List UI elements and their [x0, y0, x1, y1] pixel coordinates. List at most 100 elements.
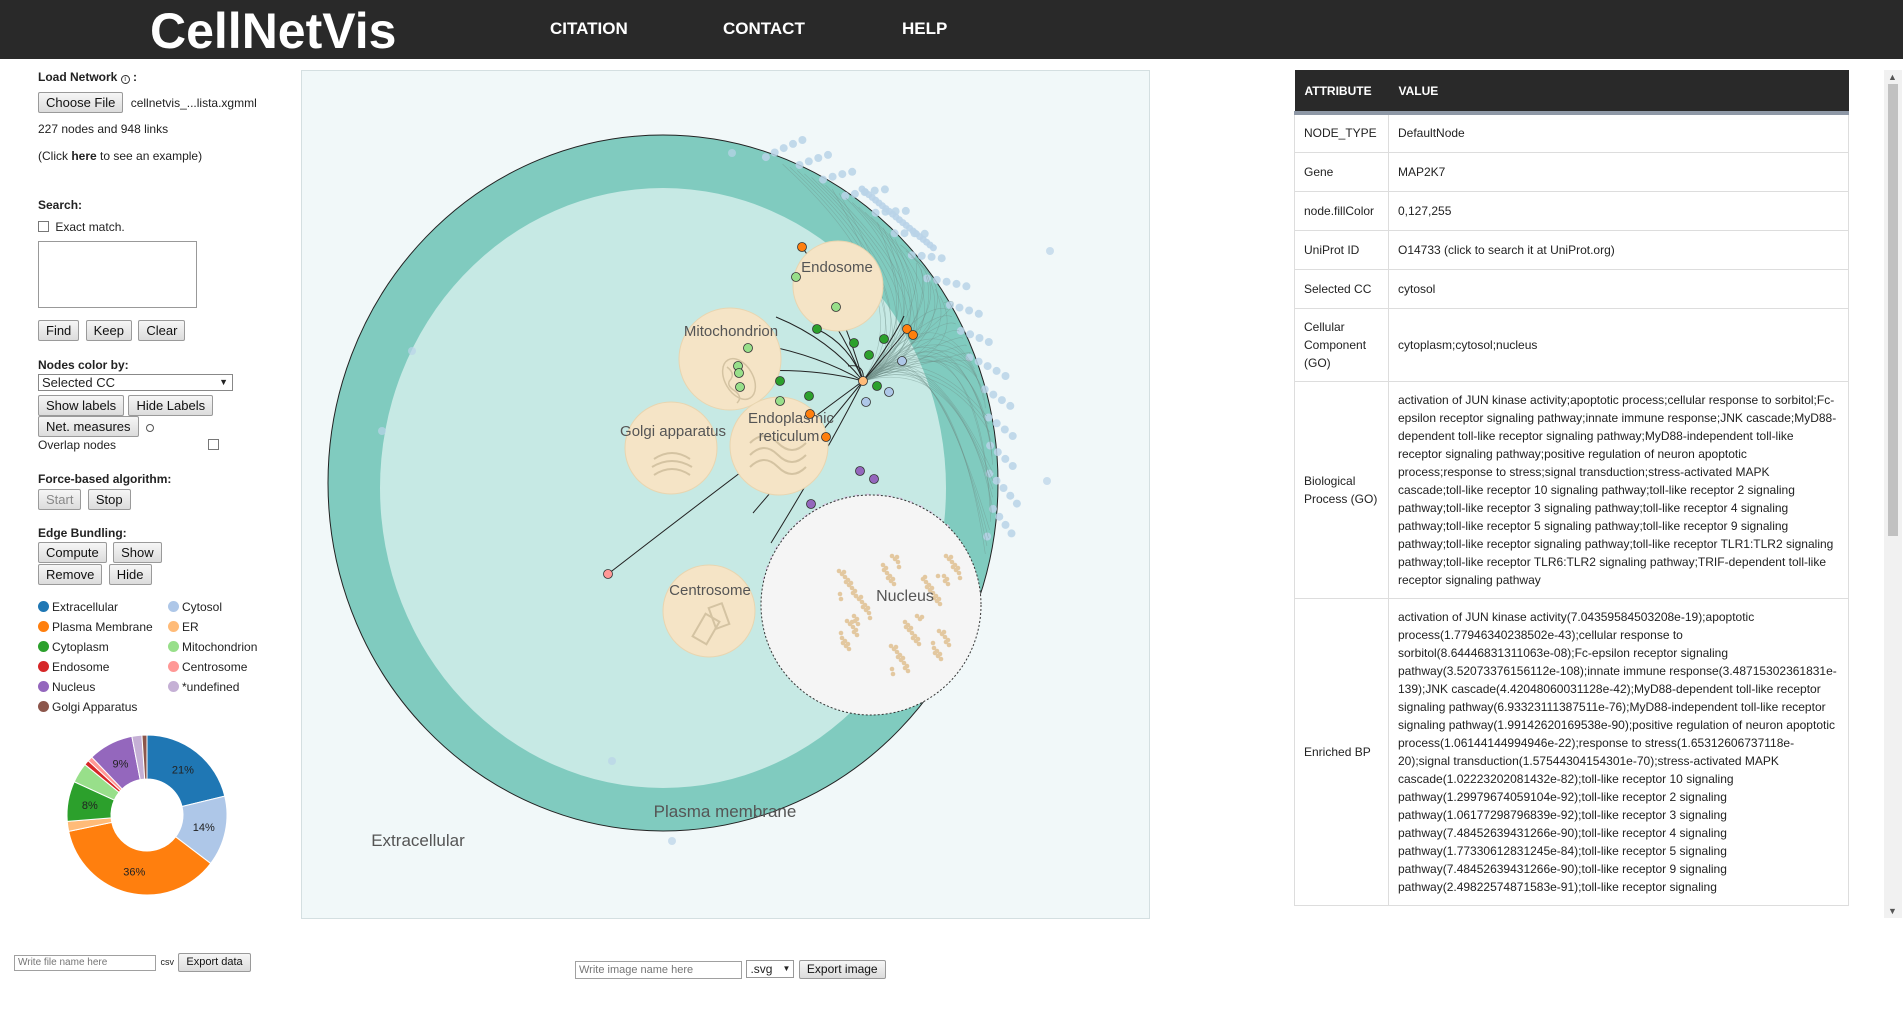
network-node: [864, 350, 874, 360]
info-circle-icon[interactable]: i: [120, 75, 130, 84]
network-node: [734, 368, 744, 378]
chromosome-dot: [853, 627, 859, 633]
peripheral-node: [929, 244, 937, 252]
info-circle-icon[interactable]: [145, 424, 154, 432]
peripheral-node: [761, 153, 770, 162]
network-node: [849, 338, 859, 348]
legend-item: Centrosome: [168, 660, 247, 674]
scroll-up-icon[interactable]: ▲: [1888, 72, 1897, 82]
chromosome-dot: [919, 614, 925, 620]
attribute-value: 0,127,255: [1388, 190, 1849, 231]
hide-button[interactable]: Hide: [108, 564, 152, 585]
chromosome-dot: [841, 569, 847, 575]
hide-labels-button[interactable]: Hide Labels: [128, 395, 214, 416]
peripheral-node: [728, 149, 736, 157]
legend-label: Extracellular: [52, 600, 119, 614]
attribute-table: ATTRIBUTE VALUE NODE_TYPE DefaultNode Gene…: [1294, 70, 1849, 906]
file-name: cellnetvis_...lista.xgmml: [130, 96, 257, 110]
legend-swatch: [38, 621, 49, 632]
color-legend: Extracellular Cytosol Plasma Membrane ER Cyt…: [38, 600, 278, 714]
network-canvas[interactable]: Endosome Mitochondrion Golgi apparatus E…: [301, 70, 1150, 919]
color-by-label: Nodes color by:: [38, 358, 129, 372]
color-by-select[interactable]: Selected CC ▼: [38, 374, 233, 391]
search-textarea[interactable]: [38, 241, 197, 308]
app-logo[interactable]: CellNetVis: [150, 2, 396, 60]
scroll-down-icon[interactable]: ▼: [1888, 906, 1897, 916]
legend-label: Nucleus: [52, 680, 96, 694]
chromosome-dot: [891, 581, 897, 587]
er-label-line2: reticulum: [759, 428, 820, 445]
peripheral-node: [955, 303, 964, 312]
attribute-value: activation of JUN kinase activity;apopto…: [1388, 380, 1849, 599]
plasma-membrane-label: Plasma membrane: [654, 802, 797, 821]
endosome-shape[interactable]: [792, 240, 884, 332]
chromosome-dot: [893, 644, 899, 650]
nucleus-shape[interactable]: [760, 494, 982, 716]
nav-help[interactable]: HELP: [902, 19, 947, 39]
attribute-key: NODE_TYPE: [1294, 112, 1389, 153]
chromosome-dot: [937, 651, 943, 657]
network-node: [812, 324, 822, 334]
csv-label: csv: [160, 957, 174, 967]
legend-item: Nucleus: [38, 680, 95, 694]
attribute-panel: ATTRIBUTE VALUE NODE_TYPE DefaultNode Gene…: [1294, 70, 1849, 918]
network-node: [775, 376, 785, 386]
compute-button[interactable]: Compute: [38, 542, 107, 563]
remove-button[interactable]: Remove: [38, 564, 103, 585]
peripheral-node: [997, 396, 1006, 405]
example-text: (Click here to see an example): [38, 149, 202, 163]
clear-button[interactable]: Clear: [138, 320, 186, 341]
chromosome-dot: [935, 573, 941, 579]
legend-swatch: [38, 641, 49, 652]
attribute-row: Cellular Component (GO) cytoplasm;cytosol…: [1294, 307, 1849, 382]
nav-contact[interactable]: CONTACT: [723, 19, 805, 39]
data-file-name-input[interactable]: [14, 954, 156, 971]
attribute-value: cytosol: [1388, 268, 1849, 309]
chromosome-dot: [838, 596, 844, 602]
stop-button[interactable]: Stop: [87, 489, 131, 510]
legend-item: ER: [168, 620, 199, 634]
scrollbar-thumb[interactable]: [1888, 84, 1898, 536]
chromosome-dot: [904, 663, 910, 669]
peripheral-node: [795, 161, 804, 169]
legend-swatch: [168, 601, 179, 612]
peripheral-node: [901, 206, 910, 215]
exact-match-checkbox[interactable]: [38, 221, 49, 232]
peripheral-node: [992, 419, 1001, 428]
network-node: [806, 499, 816, 509]
show-button[interactable]: Show: [113, 542, 162, 563]
keep-button[interactable]: Keep: [85, 320, 133, 341]
attribute-value: cytoplasm;cytosol;nucleus: [1388, 307, 1849, 382]
find-button[interactable]: Find: [38, 320, 80, 341]
export-image-button[interactable]: Export image: [798, 960, 886, 979]
nucleus-label: Nucleus: [876, 588, 934, 605]
net-measures-button[interactable]: Net. measures: [38, 416, 139, 437]
peripheral-node: [962, 282, 971, 291]
choose-file-button[interactable]: Choose File: [38, 92, 124, 113]
pie-data-label: 14%: [193, 822, 215, 834]
chromosome-dot: [890, 671, 896, 677]
legend-swatch: [38, 681, 49, 692]
start-button[interactable]: Start: [38, 489, 82, 510]
golgi-shape[interactable]: [624, 401, 718, 495]
nav-citation[interactable]: CITATION: [550, 19, 628, 39]
peripheral-node: [1000, 425, 1009, 434]
legend-swatch: [38, 661, 49, 672]
peripheral-node: [992, 366, 1001, 375]
export-data-button[interactable]: Export data: [178, 953, 251, 972]
chromosome-dot: [948, 554, 954, 560]
attribute-key: Biological Process (GO): [1294, 380, 1389, 599]
network-node: [805, 409, 815, 419]
cell-diagram[interactable]: Endosome Mitochondrion Golgi apparatus E…: [302, 71, 1150, 919]
example-link[interactable]: here: [71, 149, 96, 163]
chromosome-dot: [895, 559, 901, 565]
format-select[interactable]: .svg ▼: [746, 960, 795, 978]
chromosome-dot: [938, 656, 944, 662]
show-labels-button[interactable]: Show labels: [38, 395, 125, 416]
attribute-value[interactable]: O14733 (click to search it at UniProt.or…: [1388, 229, 1849, 270]
attribute-scrollbar[interactable]: ▲ ▼: [1884, 70, 1902, 918]
overlap-nodes-checkbox[interactable]: [208, 439, 219, 450]
image-name-input[interactable]: [575, 961, 742, 979]
chromosome-dot: [889, 666, 895, 672]
attribute-row: NODE_TYPE DefaultNode: [1294, 112, 1849, 153]
